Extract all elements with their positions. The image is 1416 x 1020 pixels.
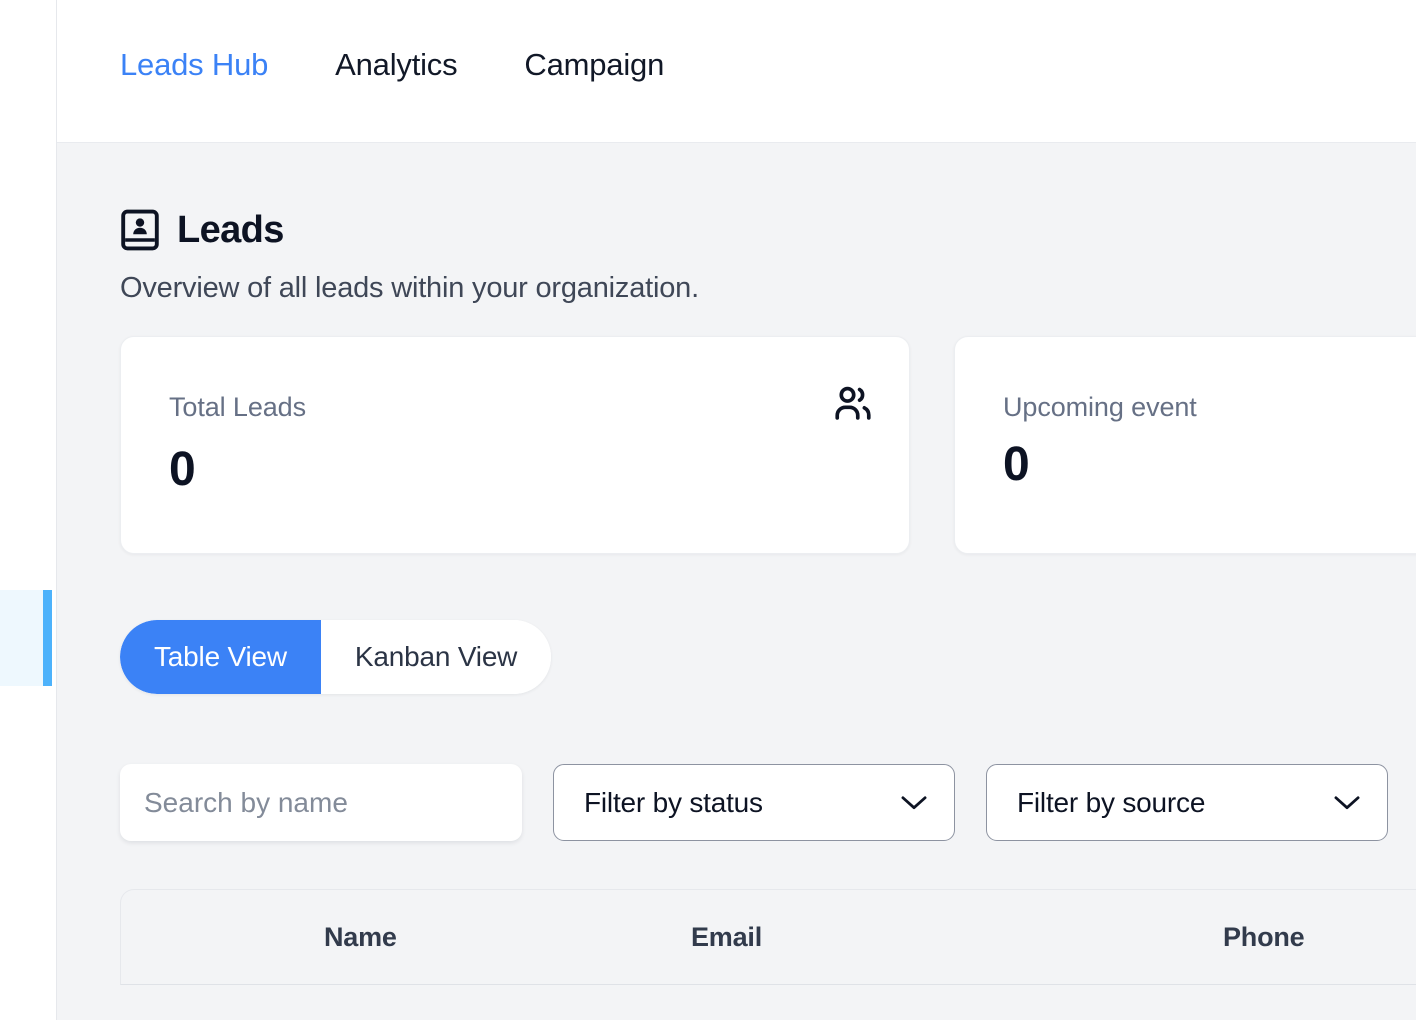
stat-card-upcoming-event: Upcoming event 0 <box>954 336 1416 554</box>
stat-label-total-leads: Total Leads <box>169 392 306 422</box>
sidebar-item-active[interactable] <box>0 590 52 686</box>
content-area: Leads Overview of all leads within your … <box>57 143 1416 1020</box>
chevron-down-icon <box>901 795 927 809</box>
stat-cards: Total Leads 0 Upcoming event 0 <box>120 336 1416 554</box>
tab-campaign[interactable]: Campaign <box>524 49 664 80</box>
toggle-kanban-view[interactable]: Kanban View <box>320 620 552 694</box>
users-icon <box>835 386 871 420</box>
page-subtitle: Overview of all leads within your organi… <box>120 272 699 304</box>
stat-card-header: Total Leads <box>169 386 875 426</box>
column-header-phone[interactable]: Phone <box>1045 922 1416 953</box>
app-root: Leads Hub Analytics Campaign Leads Overv… <box>0 0 1416 1020</box>
tab-leads-hub[interactable]: Leads Hub <box>120 49 268 80</box>
stat-label-upcoming-event: Upcoming event <box>1003 392 1197 422</box>
page-heading: Leads <box>120 209 1416 251</box>
filters-row: Filter by status Filter by source <box>120 764 1416 841</box>
page-title: Leads <box>177 209 284 251</box>
leads-table: Name Email Phone <box>120 889 1416 985</box>
filter-by-status-select[interactable]: Filter by status <box>553 764 955 841</box>
chevron-down-icon <box>1334 795 1360 809</box>
table-header-row: Name Email Phone <box>121 890 1416 984</box>
stat-card-header: Upcoming event <box>1003 394 1416 421</box>
nav-tabs: Leads Hub Analytics Campaign <box>120 49 664 80</box>
search-input[interactable] <box>120 764 522 841</box>
column-header-email[interactable]: Email <box>583 922 1045 953</box>
contact-book-icon <box>121 209 159 251</box>
column-header-name[interactable]: Name <box>121 922 583 953</box>
top-navigation: Leads Hub Analytics Campaign <box>57 0 1416 143</box>
sidebar <box>0 0 57 1020</box>
stat-value-upcoming-event: 0 <box>1003 438 1030 491</box>
view-toggle: Table View Kanban View <box>120 620 552 694</box>
filter-by-source-label: Filter by source <box>1017 786 1206 818</box>
stat-card-total-leads: Total Leads 0 <box>120 336 910 554</box>
filter-by-status-label: Filter by status <box>584 786 763 818</box>
toggle-table-view[interactable]: Table View <box>120 620 321 694</box>
main-column: Leads Hub Analytics Campaign Leads Overv… <box>57 0 1416 1020</box>
filter-by-source-select[interactable]: Filter by source <box>986 764 1388 841</box>
stat-value-total-leads: 0 <box>169 443 196 496</box>
tab-analytics[interactable]: Analytics <box>335 49 457 80</box>
